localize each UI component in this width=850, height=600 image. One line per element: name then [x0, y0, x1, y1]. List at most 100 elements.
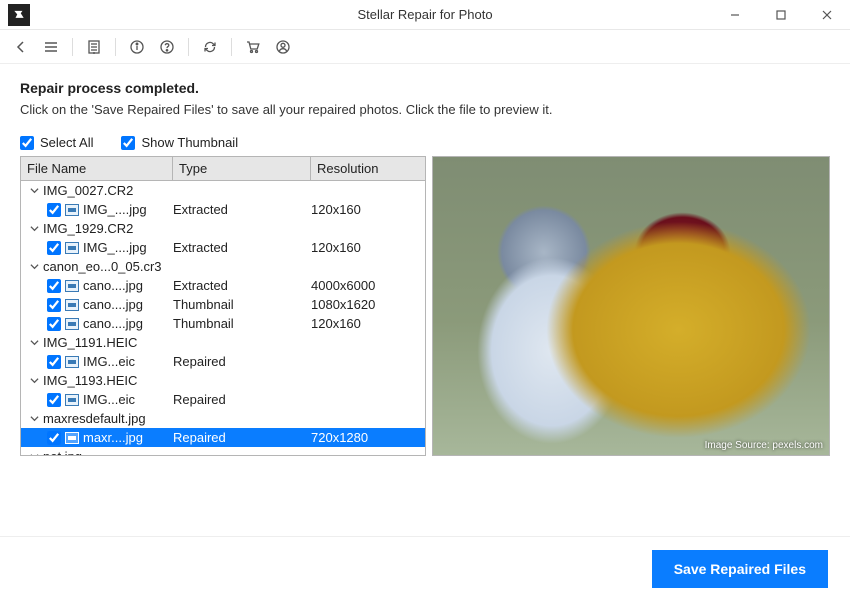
- file-resolution: 4000x6000: [311, 278, 425, 293]
- toolbar-separator: [188, 38, 189, 56]
- file-group-row[interactable]: IMG_1929.CR2: [21, 219, 425, 238]
- toolbar: [0, 30, 850, 64]
- chevron-down-icon[interactable]: [29, 186, 39, 195]
- file-checkbox[interactable]: [47, 355, 61, 369]
- close-button[interactable]: [804, 0, 850, 30]
- file-icon: [65, 432, 79, 444]
- select-all-checkbox[interactable]: Select All: [20, 135, 93, 150]
- file-checkbox[interactable]: [47, 393, 61, 407]
- cart-button[interactable]: [240, 34, 266, 60]
- col-resolution[interactable]: Resolution: [311, 157, 425, 180]
- file-icon: [65, 299, 79, 311]
- file-name: maxr....jpg: [83, 430, 143, 445]
- list-button[interactable]: [81, 34, 107, 60]
- file-row[interactable]: cano....jpg Thumbnail120x160: [21, 314, 425, 333]
- file-group-row[interactable]: IMG_0027.CR2: [21, 181, 425, 200]
- help-button[interactable]: [154, 34, 180, 60]
- file-type: Extracted: [173, 278, 311, 293]
- file-type: Repaired: [173, 392, 311, 407]
- chevron-down-icon[interactable]: [29, 338, 39, 347]
- preview-image: [433, 157, 829, 455]
- app-logo: [8, 4, 30, 26]
- group-name: IMG_0027.CR2: [43, 183, 133, 198]
- file-type: Thumbnail: [173, 316, 311, 331]
- group-name: pet.jpg: [43, 449, 82, 456]
- chevron-down-icon[interactable]: [29, 376, 39, 385]
- file-row[interactable]: cano....jpgThumbnail1080x1620: [21, 295, 425, 314]
- status-heading: Repair process completed.: [20, 80, 830, 96]
- file-row[interactable]: IMG...eic Repaired: [21, 390, 425, 409]
- preview-pane[interactable]: Image Source: pexels.com: [432, 156, 830, 456]
- file-group-row[interactable]: pet.jpg: [21, 447, 425, 456]
- file-row[interactable]: IMG_....jpg Extracted120x160: [21, 238, 425, 257]
- save-repaired-button[interactable]: Save Repaired Files: [652, 550, 828, 588]
- file-row[interactable]: maxr....jpg Repaired720x1280: [21, 428, 425, 447]
- file-icon: [65, 318, 79, 330]
- show-thumbnail-checkbox[interactable]: Show Thumbnail: [121, 135, 238, 150]
- menu-button[interactable]: [38, 34, 64, 60]
- file-icon: [65, 280, 79, 292]
- group-name: IMG_1929.CR2: [43, 221, 133, 236]
- file-group-row[interactable]: IMG_1191.HEIC: [21, 333, 425, 352]
- toolbar-separator: [115, 38, 116, 56]
- file-resolution: 120x160: [311, 316, 425, 331]
- file-icon: [65, 242, 79, 254]
- file-type: Thumbnail: [173, 297, 311, 312]
- refresh-button[interactable]: [197, 34, 223, 60]
- file-name: IMG...eic: [83, 392, 135, 407]
- file-name: IMG...eic: [83, 354, 135, 369]
- file-row[interactable]: IMG...eic Repaired: [21, 352, 425, 371]
- file-checkbox[interactable]: [47, 431, 61, 445]
- file-resolution: 120x160: [311, 202, 425, 217]
- info-button[interactable]: [124, 34, 150, 60]
- maximize-button[interactable]: [758, 0, 804, 30]
- chevron-down-icon[interactable]: [29, 414, 39, 423]
- group-name: canon_eo...0_05.cr3: [43, 259, 162, 274]
- file-row[interactable]: IMG_....jpgExtracted120x160: [21, 200, 425, 219]
- file-group-row[interactable]: maxresdefault.jpg: [21, 409, 425, 428]
- minimize-button[interactable]: [712, 0, 758, 30]
- toolbar-separator: [231, 38, 232, 56]
- file-group-row[interactable]: canon_eo...0_05.cr3: [21, 257, 425, 276]
- file-type: Repaired: [173, 354, 311, 369]
- user-button[interactable]: [270, 34, 296, 60]
- file-tree[interactable]: IMG_0027.CR2 IMG_....jpgExtracted120x160…: [21, 181, 425, 456]
- footer: Save Repaired Files: [0, 536, 850, 600]
- col-filename[interactable]: File Name: [21, 157, 173, 180]
- file-checkbox[interactable]: [47, 298, 61, 312]
- file-name: cano....jpg: [83, 297, 143, 312]
- toolbar-separator: [72, 38, 73, 56]
- image-credit: Image Source: pexels.com: [705, 440, 823, 451]
- select-all-label: Select All: [40, 135, 93, 150]
- file-icon: [65, 356, 79, 368]
- back-button[interactable]: [8, 34, 34, 60]
- show-thumbnail-input[interactable]: [121, 136, 135, 150]
- group-name: IMG_1191.HEIC: [43, 335, 137, 350]
- chevron-down-icon[interactable]: [29, 262, 39, 271]
- file-resolution: 120x160: [311, 240, 425, 255]
- file-checkbox[interactable]: [47, 279, 61, 293]
- file-name: cano....jpg: [83, 316, 143, 331]
- file-checkbox[interactable]: [47, 203, 61, 217]
- file-group-row[interactable]: IMG_1193.HEIC: [21, 371, 425, 390]
- file-name: IMG_....jpg: [83, 240, 147, 255]
- select-all-input[interactable]: [20, 136, 34, 150]
- file-table[interactable]: File Name Type Resolution IMG_0027.CR2 I…: [20, 156, 426, 456]
- file-resolution: 720x1280: [311, 430, 425, 445]
- file-icon: [65, 204, 79, 216]
- file-icon: [65, 394, 79, 406]
- file-checkbox[interactable]: [47, 317, 61, 331]
- file-type: Extracted: [173, 240, 311, 255]
- group-name: maxresdefault.jpg: [43, 411, 146, 426]
- file-row[interactable]: cano....jpgExtracted4000x6000: [21, 276, 425, 295]
- show-thumbnail-label: Show Thumbnail: [141, 135, 238, 150]
- chevron-down-icon[interactable]: [29, 452, 39, 456]
- status-subheading: Click on the 'Save Repaired Files' to sa…: [20, 102, 830, 117]
- titlebar: Stellar Repair for Photo: [0, 0, 850, 30]
- file-checkbox[interactable]: [47, 241, 61, 255]
- table-header: File Name Type Resolution: [21, 157, 425, 181]
- chevron-down-icon[interactable]: [29, 224, 39, 233]
- file-type: Extracted: [173, 202, 311, 217]
- file-type: Repaired: [173, 430, 311, 445]
- col-type[interactable]: Type: [173, 157, 311, 180]
